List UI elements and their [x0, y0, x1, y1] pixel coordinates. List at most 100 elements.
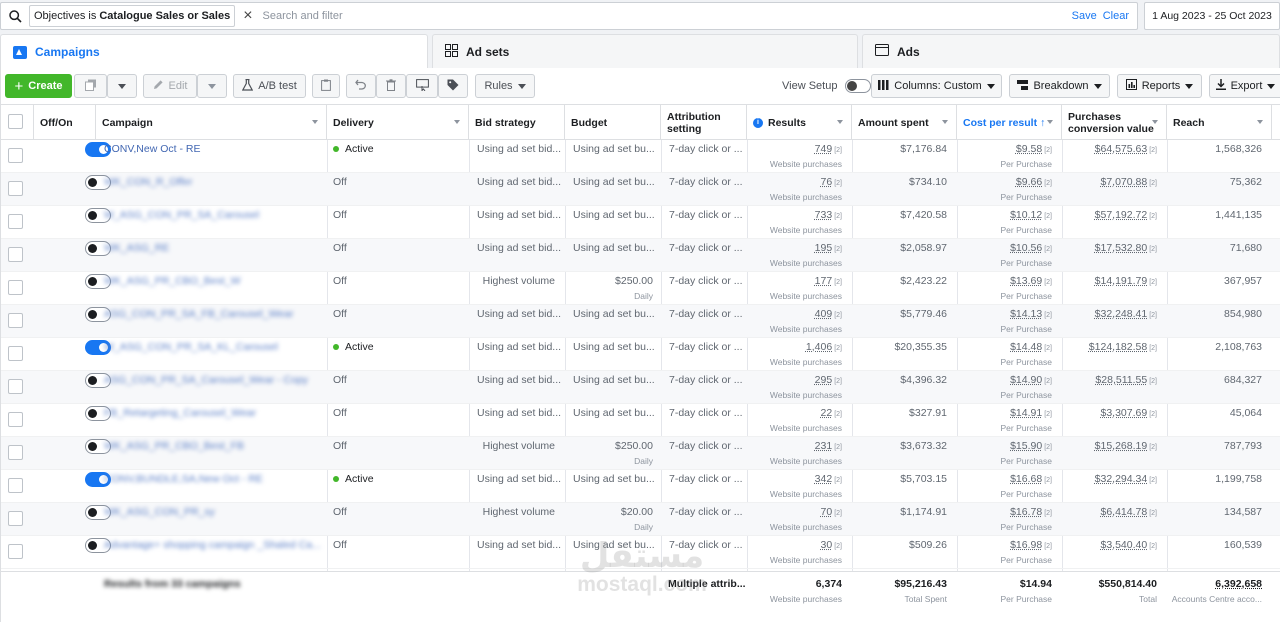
- cost-per-result-value[interactable]: $14.91: [1010, 407, 1042, 419]
- row-checkbox[interactable]: [8, 148, 23, 163]
- campaign-name-link[interactable]: W_ASG_CON_PR_SA_Carousel: [104, 209, 259, 221]
- header-results[interactable]: i Results: [747, 105, 852, 140]
- edit-button[interactable]: Edit: [143, 74, 197, 98]
- ab-test-button[interactable]: A/B test: [233, 74, 306, 98]
- cost-per-result-value[interactable]: $9.58: [1016, 143, 1042, 155]
- purchases-value[interactable]: $14,191.79: [1095, 275, 1148, 287]
- tab-adsets[interactable]: Ad sets: [432, 34, 858, 68]
- header-select-all[interactable]: [1, 105, 34, 140]
- results-value[interactable]: 295: [815, 374, 833, 386]
- campaign-name-link[interactable]: W_ASG_CON_PR_SA_KL_Carousel: [104, 341, 278, 353]
- header-offon[interactable]: Off/On: [34, 105, 96, 140]
- rules-dropdown[interactable]: Rules: [475, 74, 535, 98]
- results-value[interactable]: 177: [815, 275, 833, 287]
- purchases-value[interactable]: $17,532.80: [1095, 242, 1148, 254]
- results-value[interactable]: 749: [815, 143, 833, 155]
- cost-per-result-value[interactable]: $16.68: [1010, 473, 1042, 485]
- reports-dropdown[interactable]: Reports: [1117, 74, 1202, 98]
- campaign-name-link[interactable]: ASG_CON_PR_SA_Carousel_Wear - Copy: [104, 374, 308, 386]
- results-value[interactable]: 231: [815, 440, 833, 452]
- cost-per-result-value[interactable]: $10.56: [1010, 242, 1042, 254]
- duplicate-dropdown-button[interactable]: [107, 74, 137, 98]
- header-cost-per-result[interactable]: Cost per result ↑: [957, 105, 1062, 140]
- results-value[interactable]: 70: [821, 506, 833, 518]
- row-checkbox[interactable]: [8, 313, 23, 328]
- row-checkbox[interactable]: [8, 379, 23, 394]
- date-range-picker[interactable]: 1 Aug 2023 - 25 Oct 2023: [1144, 2, 1280, 30]
- header-reach[interactable]: Reach: [1167, 105, 1272, 140]
- save-filter-link[interactable]: Save: [1072, 10, 1097, 22]
- campaign-name-link[interactable]: CONV,BUNDLE,SA,New Oct - RE: [104, 473, 263, 485]
- tab-ads[interactable]: Ads: [862, 34, 1280, 68]
- purchases-value[interactable]: $6,414.78: [1100, 506, 1147, 518]
- results-value[interactable]: 195: [815, 242, 833, 254]
- purchases-value[interactable]: $32,248.41: [1095, 308, 1148, 320]
- cost-per-result-value[interactable]: $15.90: [1010, 440, 1042, 452]
- results-value[interactable]: 30: [821, 539, 833, 551]
- purchases-value[interactable]: $3,540.40: [1100, 539, 1147, 551]
- header-budget[interactable]: Budget: [565, 105, 661, 140]
- results-value[interactable]: 409: [815, 308, 833, 320]
- preview-button[interactable]: [406, 74, 438, 98]
- header-attribution[interactable]: Attribution setting: [661, 105, 747, 140]
- header-delivery[interactable]: Delivery: [327, 105, 469, 140]
- cost-per-result-value[interactable]: $16.98: [1010, 539, 1042, 551]
- view-setup-toggle[interactable]: View Setup: [782, 79, 871, 93]
- select-all-checkbox[interactable]: [8, 114, 23, 129]
- remove-filter-icon[interactable]: ×: [243, 8, 252, 24]
- campaign-name-link[interactable]: WK_ASG_PR_CBO_Best_W: [104, 275, 241, 287]
- row-checkbox[interactable]: [8, 478, 23, 493]
- campaign-name-link[interactable]: ASG_CON_PR_SA_FB_Carousel_Wear: [104, 308, 293, 320]
- undo-button[interactable]: [346, 74, 376, 98]
- clear-filter-link[interactable]: Clear: [1103, 10, 1129, 22]
- purchases-value[interactable]: $3,307.69: [1100, 407, 1147, 419]
- row-checkbox[interactable]: [8, 346, 23, 361]
- purchases-value[interactable]: $124,182.58: [1089, 341, 1147, 353]
- cost-per-result-value[interactable]: $14.48: [1010, 341, 1042, 353]
- filter-chip[interactable]: Objectives is Catalogue Sales or Sales: [29, 5, 235, 27]
- purchases-value[interactable]: $28,511.55: [1095, 374, 1147, 386]
- search-filter-input[interactable]: [263, 10, 1072, 22]
- row-checkbox[interactable]: [8, 412, 23, 427]
- delete-button[interactable]: [376, 74, 406, 98]
- edit-dropdown-button[interactable]: [197, 74, 227, 98]
- create-button[interactable]: + Create: [5, 74, 72, 98]
- row-checkbox[interactable]: [8, 247, 23, 262]
- row-checkbox[interactable]: [8, 214, 23, 229]
- results-value[interactable]: 342: [815, 473, 833, 485]
- info-icon[interactable]: i: [753, 118, 763, 128]
- columns-dropdown[interactable]: Columns: Custom: [871, 74, 1002, 98]
- row-checkbox[interactable]: [8, 445, 23, 460]
- duplicate-button[interactable]: [74, 74, 107, 98]
- purchases-value[interactable]: $7,070.88: [1100, 176, 1147, 188]
- row-checkbox[interactable]: [8, 544, 23, 559]
- tab-campaigns[interactable]: Campaigns: [0, 34, 428, 69]
- export-dropdown[interactable]: Export: [1209, 74, 1280, 98]
- breakdown-dropdown[interactable]: Breakdown: [1009, 74, 1110, 98]
- header-purchases-value[interactable]: Purchases conversion value: [1062, 105, 1167, 140]
- cost-per-result-value[interactable]: $9.66: [1016, 176, 1042, 188]
- results-value[interactable]: 733: [815, 209, 833, 221]
- campaign-name-link[interactable]: FB_Retargeting_Carousel_Wear: [104, 407, 256, 419]
- campaign-name-link[interactable]: WK_ASG_PR_CBO_Best_FB: [104, 440, 244, 452]
- campaign-name-link[interactable]: Advantage+ shopping campaign _Shaled Ca.…: [104, 539, 321, 551]
- row-checkbox[interactable]: [8, 181, 23, 196]
- search-filter-box[interactable]: Objectives is Catalogue Sales or Sales ×…: [0, 2, 1138, 30]
- campaign-name-link[interactable]: WK_ASG_CON_PR_sy: [104, 506, 215, 518]
- purchases-value[interactable]: $15,268.19: [1095, 440, 1148, 452]
- cost-per-result-value[interactable]: $10.12: [1010, 209, 1042, 221]
- header-amount-spent[interactable]: Amount spent: [852, 105, 957, 140]
- campaign-name-link[interactable]: WK_CON_R_Offer: [104, 176, 193, 188]
- header-bid-strategy[interactable]: Bid strategy: [469, 105, 565, 140]
- view-setup-switch[interactable]: [845, 79, 871, 93]
- purchases-value[interactable]: $32,294.34: [1095, 473, 1148, 485]
- purchases-value[interactable]: $57,192.72: [1095, 209, 1148, 221]
- campaign-name-link[interactable]: WK_ASG_RE: [104, 242, 169, 254]
- purchases-value[interactable]: $64,575.63: [1095, 143, 1148, 155]
- results-value[interactable]: 76: [821, 176, 833, 188]
- cost-per-result-value[interactable]: $13.69: [1010, 275, 1042, 287]
- header-campaign[interactable]: Campaign: [96, 105, 327, 140]
- results-value[interactable]: 22: [821, 407, 833, 419]
- clipboard-button[interactable]: [312, 74, 340, 98]
- tag-button[interactable]: [438, 74, 468, 98]
